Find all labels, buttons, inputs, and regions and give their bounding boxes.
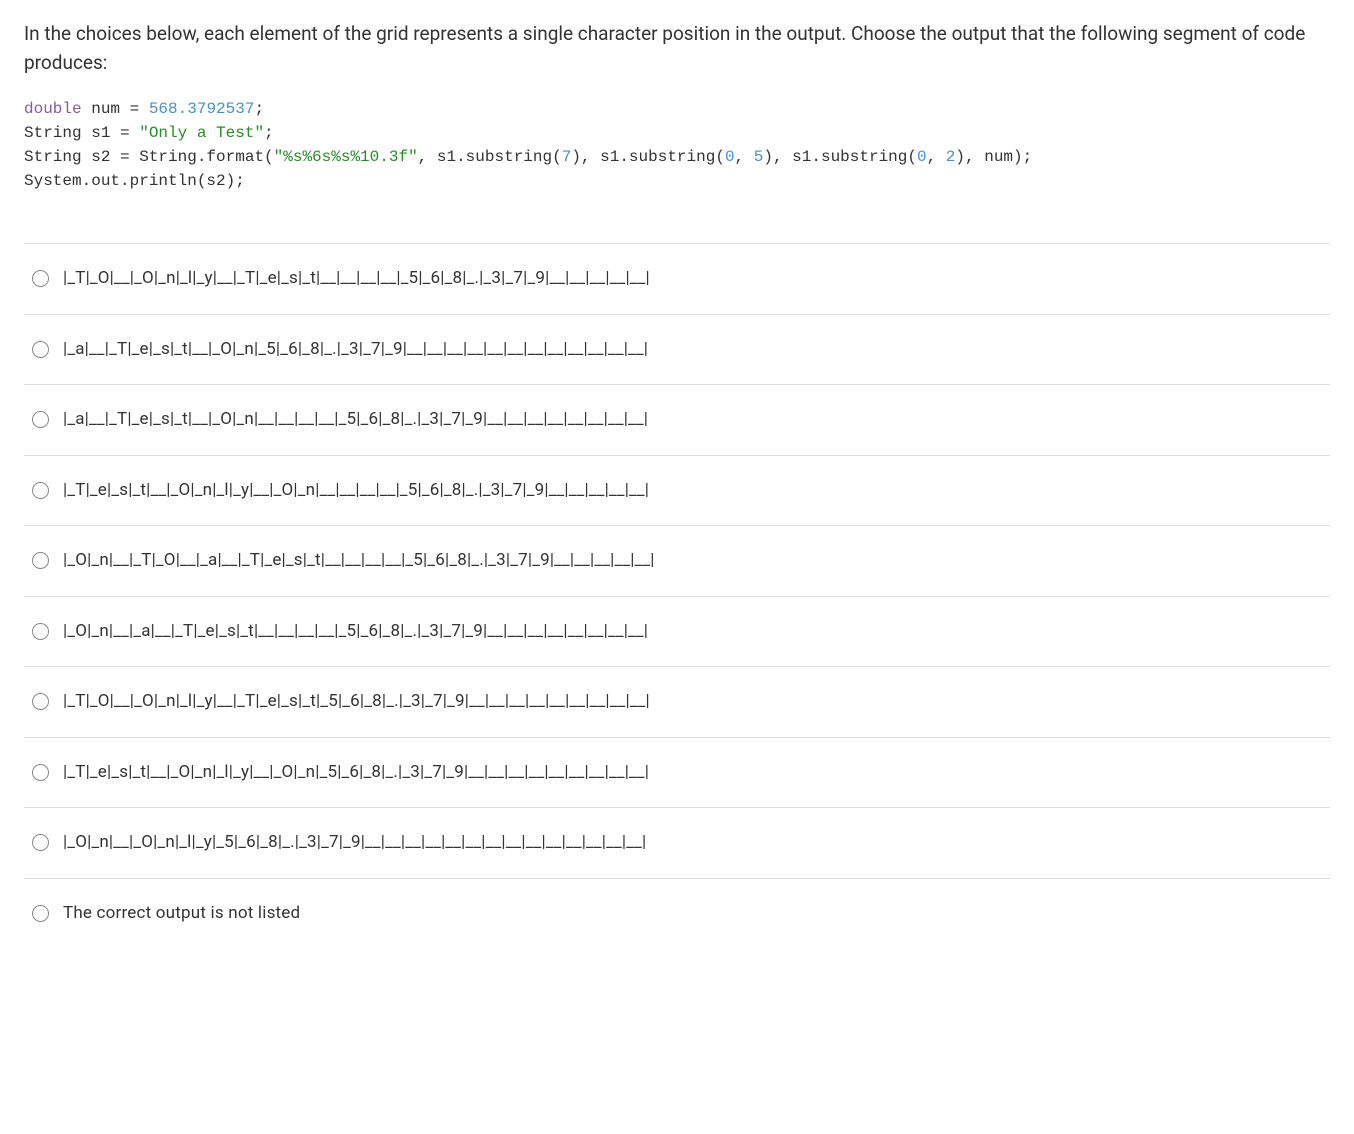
radio-icon	[32, 764, 49, 781]
choice-label: |_T|_O|__|_O|_n|_l|_y|__|_T|_e|_s|_t|_5|…	[63, 689, 650, 715]
choice-label: |_O|_n|__|_T|_O|__|_a|__|_T|_e|_s|_t|__|…	[63, 548, 655, 574]
choices-list: |_T|_O|__|_O|_n|_l|_y|__|_T|_e|_s|_t|__|…	[24, 243, 1330, 948]
number-literal: 568.3792537	[149, 100, 255, 118]
radio-icon	[32, 623, 49, 640]
code-text: ,	[927, 148, 946, 166]
number-literal: 2	[946, 148, 956, 166]
number-literal: 0	[917, 148, 927, 166]
radio-icon	[32, 341, 49, 358]
code-text: ), num);	[955, 148, 1032, 166]
radio-icon	[32, 905, 49, 922]
choice-option[interactable]: |_a|__|_T|_e|_s|_t|__|_O|_n|_5|_6|_8|_.|…	[24, 315, 1330, 386]
question-text: In the choices below, each element of th…	[24, 20, 1330, 77]
choice-option[interactable]: |_O|_n|__|_T|_O|__|_a|__|_T|_e|_s|_t|__|…	[24, 526, 1330, 597]
choice-label: The correct output is not listed	[63, 901, 300, 927]
code-text: ;	[254, 100, 264, 118]
number-literal: 7	[562, 148, 572, 166]
choice-label: |_O|_n|__|_O|_n|_l|_y|_5|_6|_8|_.|_3|_7|…	[63, 830, 646, 856]
string-literal: "Only a Test"	[139, 124, 264, 142]
choice-option[interactable]: |_a|__|_T|_e|_s|_t|__|_O|_n|__|__|__|__|…	[24, 385, 1330, 456]
choice-option[interactable]: The correct output is not listed	[24, 879, 1330, 949]
radio-icon	[32, 411, 49, 428]
code-text: ;	[264, 124, 274, 142]
code-text: num =	[82, 100, 149, 118]
code-text: , s1.substring(	[418, 148, 562, 166]
choice-option[interactable]: |_T|_e|_s|_t|__|_O|_n|_l|_y|__|_O|_n|_5|…	[24, 738, 1330, 809]
choice-label: |_a|__|_T|_e|_s|_t|__|_O|_n|__|__|__|__|…	[63, 407, 648, 433]
keyword-double: double	[24, 100, 82, 118]
choice-option[interactable]: |_T|_e|_s|_t|__|_O|_n|_l|_y|__|_O|_n|__|…	[24, 456, 1330, 527]
number-literal: 0	[725, 148, 735, 166]
choice-label: |_T|_e|_s|_t|__|_O|_n|_l|_y|__|_O|_n|__|…	[63, 478, 649, 504]
choice-label: |_O|_n|__|_a|__|_T|_e|_s|_t|__|__|__|__|…	[63, 619, 648, 645]
code-text: ,	[735, 148, 754, 166]
code-text: ), s1.substring(	[763, 148, 917, 166]
radio-icon	[32, 482, 49, 499]
choice-label: |_a|__|_T|_e|_s|_t|__|_O|_n|_5|_6|_8|_.|…	[63, 337, 648, 363]
code-text: String s2 = String.format(	[24, 148, 274, 166]
string-literal: "%s%6s%s%10.3f"	[274, 148, 418, 166]
radio-icon	[32, 552, 49, 569]
code-text: System.out.println(s2);	[24, 172, 245, 190]
choice-label: |_T|_e|_s|_t|__|_O|_n|_l|_y|__|_O|_n|_5|…	[63, 760, 649, 786]
code-text: ), s1.substring(	[571, 148, 725, 166]
choice-option[interactable]: |_O|_n|__|_a|__|_T|_e|_s|_t|__|__|__|__|…	[24, 597, 1330, 668]
choice-option[interactable]: |_T|_O|__|_O|_n|_l|_y|__|_T|_e|_s|_t|_5|…	[24, 667, 1330, 738]
radio-icon	[32, 693, 49, 710]
code-block: double num = 568.3792537; String s1 = "O…	[24, 97, 1330, 193]
choice-option[interactable]: |_T|_O|__|_O|_n|_l|_y|__|_T|_e|_s|_t|__|…	[24, 244, 1330, 315]
code-text: String s1 =	[24, 124, 139, 142]
choice-label: |_T|_O|__|_O|_n|_l|_y|__|_T|_e|_s|_t|__|…	[63, 266, 650, 292]
choice-option[interactable]: |_O|_n|__|_O|_n|_l|_y|_5|_6|_8|_.|_3|_7|…	[24, 808, 1330, 879]
number-literal: 5	[754, 148, 764, 166]
radio-icon	[32, 270, 49, 287]
radio-icon	[32, 834, 49, 851]
